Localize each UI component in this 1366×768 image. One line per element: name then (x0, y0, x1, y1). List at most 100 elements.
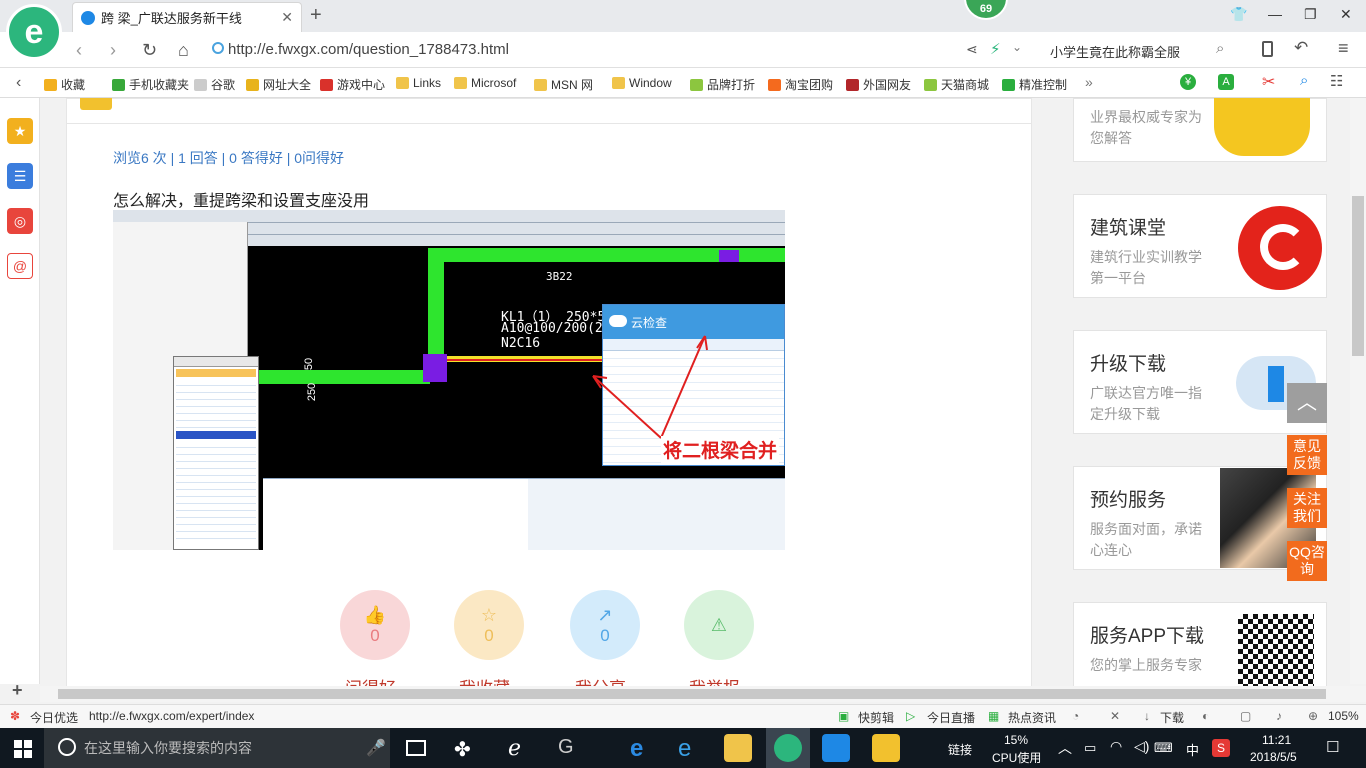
collapse-sidebar-icon[interactable]: ‹ (16, 74, 21, 92)
undo-icon[interactable]: ↶ (1294, 38, 1308, 58)
volume-icon[interactable]: ◁) (1134, 738, 1149, 755)
clip-icon[interactable]: ▣ (838, 709, 849, 723)
vertical-scroll-thumb[interactable] (1352, 196, 1364, 356)
remote-app-icon[interactable] (822, 734, 850, 762)
status-item-news[interactable]: 热点资讯 (1008, 709, 1056, 726)
clock-time[interactable]: 11:21 (1262, 733, 1291, 747)
notes-app-icon[interactable] (872, 734, 900, 762)
network-label[interactable]: 链接 (948, 741, 972, 758)
chevron-down-icon[interactable]: ⌄ (1012, 40, 1022, 54)
close-window-button[interactable]: ✕ (1340, 6, 1352, 23)
shirt-icon[interactable]: 👕 (1230, 6, 1247, 23)
ime-indicator[interactable]: 中 (1186, 740, 1199, 759)
float-button[interactable]: QQ咨询 (1287, 541, 1327, 581)
float-button[interactable]: 关注我们 (1287, 488, 1327, 528)
internet-explorer-icon[interactable]: e (678, 735, 691, 763)
translate-icon[interactable]: A (1218, 74, 1234, 90)
home-icon[interactable]: ⌂ (178, 40, 189, 61)
bookmark-item[interactable]: 品牌打折 (690, 76, 755, 93)
sound-icon[interactable]: ♪ (1276, 709, 1282, 723)
news-icon[interactable]: ▦ (988, 709, 999, 723)
float-button[interactable]: 意见反馈 (1287, 435, 1327, 475)
window-icon[interactable]: ▢ (1240, 709, 1251, 723)
bookmark-item[interactable]: 天猫商城 (924, 76, 989, 93)
bookmark-item[interactable]: 精准控制 (1002, 76, 1067, 93)
url-input[interactable]: http://e.fwxgx.com/question_1788473.html (228, 41, 509, 58)
accelerate-icon[interactable]: ◐ (1202, 709, 1209, 723)
wallet-icon[interactable]: ¥ (1180, 74, 1196, 90)
clock-date[interactable]: 2018/5/5 (1250, 750, 1297, 764)
search-input[interactable]: 小学生竟在此称霸全服 (1050, 42, 1180, 61)
status-item-clip[interactable]: 快剪辑 (858, 709, 894, 726)
weibo-icon[interactable]: ◎ (7, 208, 33, 234)
battery-icon[interactable]: ▭ (1084, 740, 1096, 756)
bookmark-item[interactable]: 游戏中心 (320, 76, 385, 93)
new-tab-button[interactable]: + (310, 4, 322, 27)
bookmark-item[interactable]: 淘宝团购 (768, 76, 833, 93)
tray-expand-icon[interactable]: ︿ (1058, 738, 1072, 758)
action-button[interactable]: 👍 0 (340, 590, 410, 660)
close-tab-icon[interactable]: ✕ (281, 9, 293, 26)
windows-start-icon[interactable] (14, 740, 32, 758)
vertical-scrollbar[interactable] (1350, 98, 1366, 684)
back-icon[interactable]: ‹ (76, 40, 82, 61)
bookmark-item[interactable]: Microsof (454, 76, 516, 90)
zoom-level[interactable]: 105% (1328, 709, 1359, 723)
lightning-icon[interactable]: ⚡ (990, 40, 1001, 58)
magnifier-icon[interactable]: ⌕ (1300, 72, 1308, 89)
app-qr-code[interactable] (1238, 614, 1314, 686)
browser-logo-icon[interactable]: e (6, 4, 62, 60)
download-icon[interactable]: ↓ (1144, 709, 1150, 723)
taskbar-search-input[interactable]: 在这里输入你要搜索的内容 (44, 728, 390, 768)
reader-icon[interactable]: ☰ (7, 163, 33, 189)
question-screenshot[interactable]: 3B22 KL1（1） 250*5 A10@100/200(2) N2C16 2… (113, 210, 785, 550)
speed-icon[interactable]: ◔ (1072, 709, 1079, 723)
browser-tab[interactable]: 跨 梁_广联达服务新干线 ✕ (72, 2, 302, 32)
forward-icon[interactable]: › (110, 40, 116, 61)
search-icon[interactable]: ⌕ (1216, 40, 1224, 57)
restore-button[interactable]: ❐ (1304, 6, 1317, 23)
bookmark-item[interactable]: MSN 网 (534, 76, 593, 93)
site-security-icon[interactable] (212, 42, 224, 54)
glodon-g-icon[interactable]: G (558, 736, 574, 759)
back-to-top-button[interactable]: ︿ (1287, 383, 1327, 423)
grid-icon[interactable]: ☷ (1330, 72, 1343, 90)
file-explorer-icon[interactable] (724, 734, 752, 762)
minimize-button[interactable]: — (1268, 6, 1282, 22)
menu-icon[interactable]: ≡ (1338, 38, 1349, 59)
fan-app-icon[interactable]: ✤ (454, 737, 471, 762)
live-icon[interactable]: ▷ (906, 709, 915, 723)
more-bookmarks-icon[interactable]: » (1085, 74, 1093, 90)
status-item-live[interactable]: 今日直播 (927, 709, 975, 726)
bookmark-item[interactable]: Window (612, 76, 672, 90)
favorites-icon[interactable]: ★ (7, 118, 33, 144)
status-item-download[interactable]: 下载 (1160, 709, 1184, 726)
bookmark-item[interactable]: 收藏 (44, 76, 85, 93)
microphone-icon[interactable]: 🎤 (366, 738, 386, 758)
edge-icon[interactable]: e (630, 735, 643, 763)
action-center-icon[interactable]: ☐ (1326, 738, 1339, 756)
tools-icon[interactable]: ✕ (1110, 709, 1120, 723)
action-button[interactable]: ⚠ (684, 590, 754, 660)
refresh-icon[interactable]: ↻ (142, 40, 157, 61)
action-button[interactable]: ☆ 0 (454, 590, 524, 660)
today-picks-link[interactable]: 今日优选 (30, 709, 78, 726)
mobile-icon[interactable] (1262, 41, 1273, 57)
scissors-icon[interactable]: ✂ (1262, 72, 1275, 92)
wifi-icon[interactable]: ◠ (1110, 738, 1122, 755)
share-icon[interactable]: ⋖ (966, 41, 978, 58)
horizontal-scroll-thumb[interactable] (58, 689, 1326, 699)
mail-icon[interactable]: @ (7, 253, 33, 279)
gift-icon[interactable]: ✽ (10, 709, 20, 723)
bookmark-item[interactable]: 外国网友 (846, 76, 911, 93)
browser-task-icon[interactable] (774, 734, 802, 762)
add-sidebar-icon[interactable]: + (12, 680, 23, 701)
bookmark-item[interactable]: 谷歌 (194, 76, 235, 93)
bookmark-item[interactable]: 网址大全 (246, 76, 311, 93)
task-view-icon[interactable] (406, 740, 426, 756)
sogou-ime-icon[interactable]: S (1212, 739, 1230, 757)
cortana-icon[interactable] (58, 738, 76, 756)
keyboard-icon[interactable]: ⌨ (1154, 740, 1173, 756)
action-button[interactable]: ↗ 0 (570, 590, 640, 660)
ie-e-icon[interactable]: ℯ (508, 735, 521, 761)
